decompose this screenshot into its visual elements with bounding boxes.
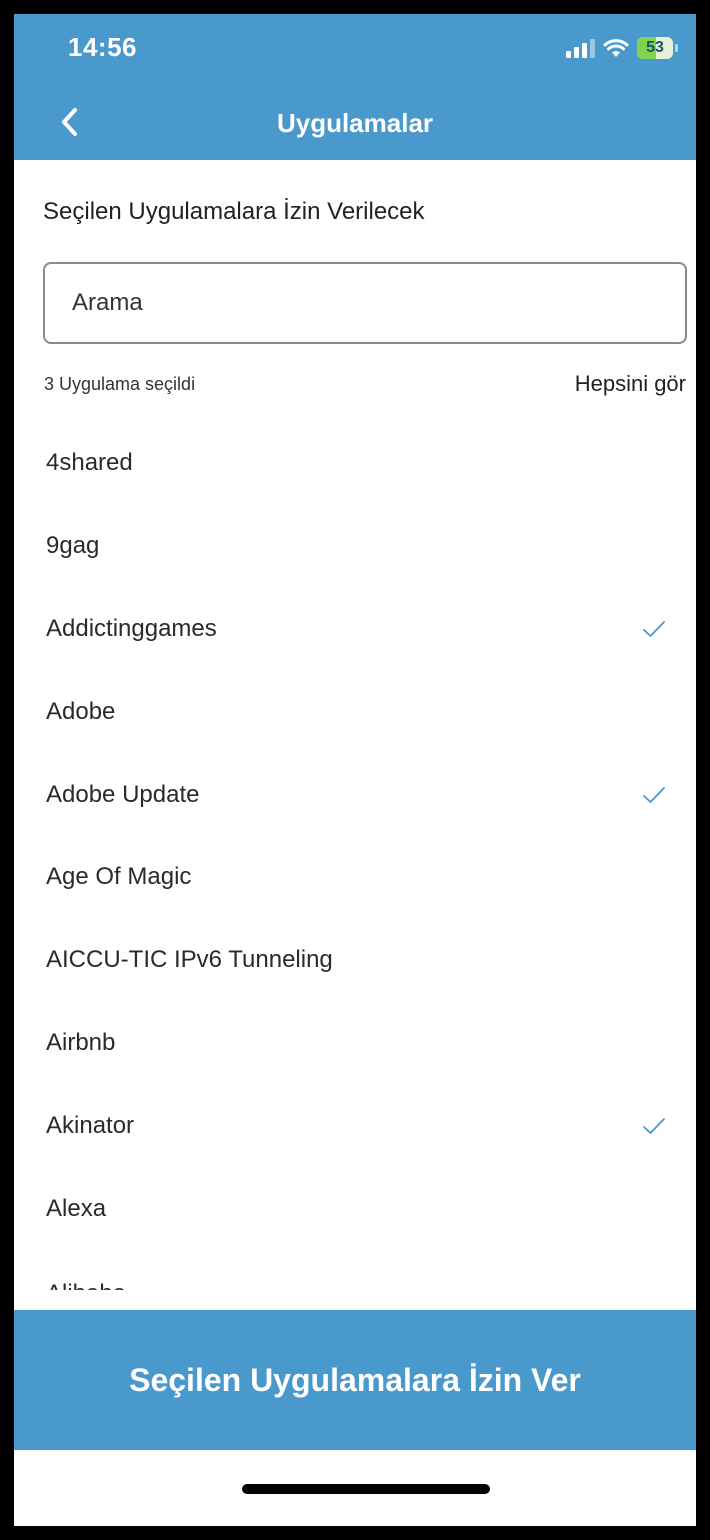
search-input[interactable]	[45, 264, 685, 342]
list-item[interactable]: Alibaba	[14, 1250, 696, 1290]
app-name: 9gag	[46, 532, 100, 560]
status-time: 14:56	[68, 32, 137, 62]
app-name: AICCU-TIC IPv6 Tunneling	[46, 946, 333, 974]
checkmark-icon	[643, 621, 665, 637]
selected-count: 3 Uygulama seçildi	[44, 374, 196, 394]
list-item[interactable]: Airbnb	[14, 1002, 696, 1085]
app-name: 4shared	[46, 449, 133, 477]
app-name: Airbnb	[46, 1028, 116, 1056]
header: 14:56 53 Uygulamalar	[14, 14, 696, 160]
app-name: Adobe	[46, 697, 116, 725]
battery-level: 53	[646, 39, 664, 56]
app-name: Adobe Update	[46, 780, 200, 808]
list-item[interactable]: Addictinggames	[14, 588, 696, 671]
section-subtitle: Seçilen Uygulamalara İzin Verilecek	[43, 198, 425, 225]
app-list[interactable]: 4shared 9gag Addictinggames Adobe Adobe …	[14, 422, 696, 1292]
list-item[interactable]: AICCU-TIC IPv6 Tunneling	[14, 919, 696, 1002]
battery-icon: 53	[637, 37, 678, 59]
signal-icon	[566, 38, 595, 58]
home-indicator	[242, 1484, 490, 1494]
page-title: Uygulamalar	[276, 108, 434, 138]
list-item[interactable]: Adobe Update	[14, 753, 696, 836]
list-item[interactable]: Age Of Magic	[14, 836, 696, 919]
status-icons: 53	[566, 34, 678, 62]
list-item[interactable]: Alexa	[14, 1167, 696, 1250]
list-item[interactable]: 4shared	[14, 422, 696, 505]
app-name: Akinator	[46, 1111, 135, 1139]
wifi-icon	[603, 39, 629, 57]
search-field[interactable]	[43, 262, 687, 344]
allow-selected-apps-button[interactable]: Seçilen Uygulamalara İzin Ver	[14, 1310, 696, 1450]
checkmark-icon	[643, 786, 665, 803]
app-name: Alexa	[46, 1194, 107, 1222]
list-item[interactable]: Adobe	[14, 670, 696, 753]
list-item[interactable]: Akinator	[14, 1084, 696, 1167]
list-item[interactable]: 9gag	[14, 505, 696, 588]
app-screen: 14:56 53 Uygulamalar Seçilen Uygulamalar…	[14, 14, 696, 1526]
app-name: Alibaba	[46, 1280, 126, 1290]
checkmark-icon	[643, 1117, 665, 1134]
app-name: Addictinggames	[46, 614, 217, 642]
app-name: Age Of Magic	[46, 863, 192, 891]
see-all-link[interactable]: Hepsini gör	[575, 371, 686, 397]
